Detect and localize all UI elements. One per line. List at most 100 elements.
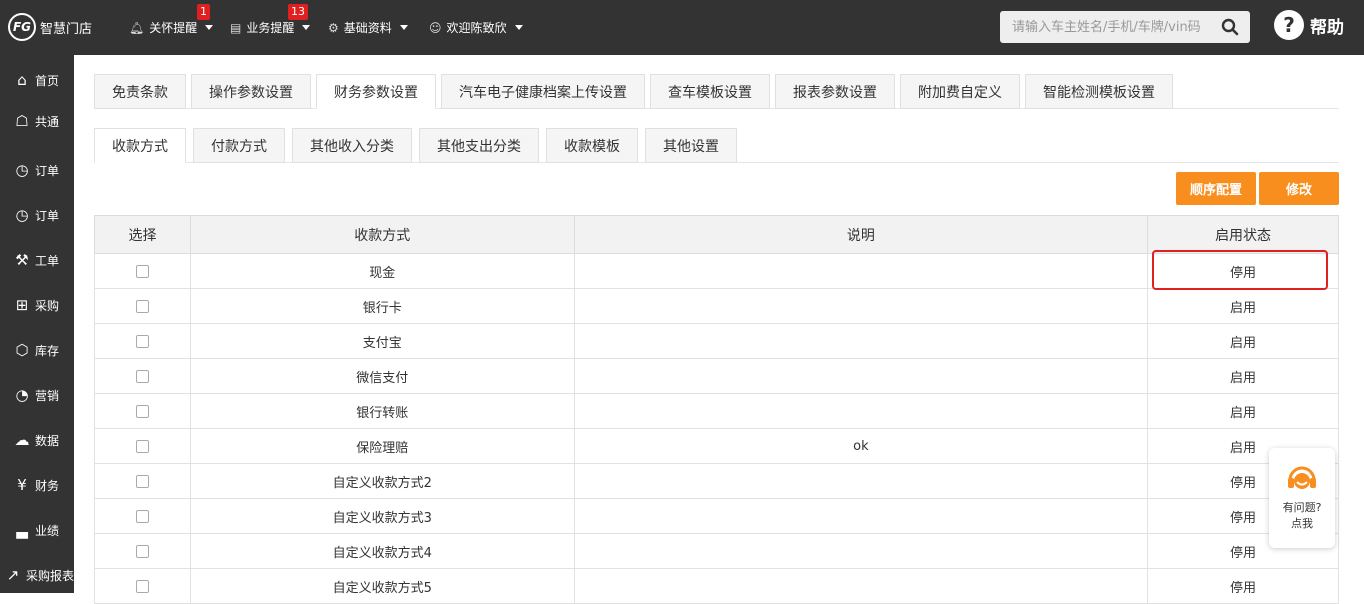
tab-receipt-methods[interactable]: 收款方式 (94, 128, 186, 163)
table-row: 自定义收款方式4 停用 (94, 533, 1339, 569)
secondary-tabs: 收款方式 付款方式 其他收入分类 其他支出分类 收款模板 其他设置 (94, 128, 737, 163)
bell-icon: 🔔︎ (129, 20, 145, 35)
row-checkbox[interactable] (135, 369, 149, 383)
sidebar-item-workorder[interactable]: ⚒ 工单 (0, 248, 74, 272)
tab-other-settings[interactable]: 其他设置 (645, 128, 737, 163)
table-row: 自定义收款方式3 停用 (94, 498, 1339, 534)
sidebar-item-marketing[interactable]: ◔ 营销 (0, 383, 74, 407)
caret-down-icon (302, 25, 311, 30)
row-checkbox[interactable] (135, 264, 149, 278)
table-row: 保险理赔 ok 启用 (94, 428, 1339, 464)
help-label: 帮助 (1310, 17, 1344, 38)
tab-other-expense[interactable]: 其他支出分类 (419, 128, 539, 163)
status-cell[interactable]: 启用 (1147, 288, 1339, 324)
tab-inspection-template[interactable]: 查车模板设置 (650, 74, 770, 109)
pie-icon: ◔ (15, 386, 29, 404)
row-checkbox[interactable] (135, 509, 149, 523)
sidebar-item-order-2[interactable]: ◷ 订单 (0, 203, 74, 227)
top-bar: FG 智慧门店 🔔︎ 关怀提醒 1 ▤ 业务提醒 13 ⚙ 基础资料 ☺ 欢迎陈… (0, 0, 1364, 55)
cart-icon: ⊞ (15, 296, 29, 314)
brand-name: 智慧门店 (40, 21, 93, 37)
note-cell (573, 498, 1149, 534)
sidebar-item-label: 订单 (35, 163, 60, 178)
row-checkbox[interactable] (135, 474, 149, 488)
row-checkbox[interactable] (135, 404, 149, 418)
row-checkbox[interactable] (135, 544, 149, 558)
sidebar-item-performance[interactable]: ▃ 业绩 (0, 518, 74, 542)
logo-mark: FG (8, 13, 36, 41)
method-cell: 银行卡 (189, 288, 575, 324)
menu-basic-data[interactable]: ⚙ 基础资料 (328, 0, 408, 55)
table-row: 自定义收款方式5 停用 (94, 568, 1339, 604)
customer-service-widget[interactable]: 有问题? 点我 (1269, 448, 1335, 548)
cloud-icon: ☁︎ (14, 431, 30, 449)
tab-smart-inspection-template[interactable]: 智能检测模板设置 (1025, 74, 1173, 109)
tab-health-record-upload[interactable]: 汽车电子健康档案上传设置 (441, 74, 645, 109)
note-cell (573, 288, 1149, 324)
sidebar-item-common[interactable]: ☖ 共通 (0, 109, 74, 133)
sidebar-item-order[interactable]: ◷ 订单 (0, 158, 74, 182)
tab-finance-params[interactable]: 财务参数设置 (316, 74, 436, 109)
select-cell (94, 323, 191, 359)
search-box (1000, 11, 1250, 43)
order-config-button[interactable]: 顺序配置 (1176, 172, 1256, 205)
column-header-note: 说明 (573, 215, 1149, 254)
home-icon: ⌂ (17, 71, 27, 89)
select-cell (94, 358, 191, 394)
sidebar-item-finance[interactable]: ¥ 财务 (0, 473, 74, 497)
status-cell[interactable]: 停用 (1147, 568, 1339, 604)
tab-surcharge-custom[interactable]: 附加费自定义 (900, 74, 1020, 109)
sidebar-item-data[interactable]: ☁︎ 数据 (0, 428, 74, 452)
column-header-method: 收款方式 (189, 215, 575, 254)
question-icon: ? (1274, 10, 1304, 40)
note-cell (573, 568, 1149, 604)
row-checkbox[interactable] (135, 579, 149, 593)
menu-label: 业务提醒 (246, 21, 295, 35)
row-checkbox[interactable] (135, 439, 149, 453)
status-cell[interactable]: 启用 (1147, 358, 1339, 394)
method-cell: 保险理赔 (189, 428, 575, 464)
method-cell: 自定义收款方式3 (189, 498, 575, 534)
method-cell: 自定义收款方式2 (189, 463, 575, 499)
table-header-row: 选择 收款方式 说明 启用状态 (94, 215, 1339, 254)
history-icon: ◷ (15, 206, 29, 224)
sidebar-item-home[interactable]: ⌂ 首页 (0, 68, 74, 92)
menu-label: 欢迎陈致欣 (446, 21, 507, 35)
table-row: 银行转账 启用 (94, 393, 1339, 429)
row-checkbox[interactable] (135, 334, 149, 348)
tab-report-params[interactable]: 报表参数设置 (775, 74, 895, 109)
edit-button[interactable]: 修改 (1259, 172, 1339, 205)
help-button[interactable]: ? 帮助 (1274, 10, 1344, 40)
primary-tabs: 免责条款 操作参数设置 财务参数设置 汽车电子健康档案上传设置 查车模板设置 报… (94, 74, 1178, 109)
note-cell (573, 253, 1149, 289)
sidebar-item-purchase-report[interactable]: ↗ 采购报表 (0, 563, 74, 587)
sidebar-item-inventory[interactable]: ⬡ 库存 (0, 338, 74, 362)
note-cell: ok (573, 428, 1149, 464)
select-cell (94, 533, 191, 569)
menu-label: 基础资料 (343, 21, 392, 35)
note-cell (573, 463, 1149, 499)
tab-operation-params[interactable]: 操作参数设置 (191, 74, 311, 109)
caret-down-icon (399, 25, 408, 30)
tab-other-income[interactable]: 其他收入分类 (292, 128, 412, 163)
table-row: 微信支付 启用 (94, 358, 1339, 394)
search-icon[interactable] (1215, 12, 1245, 42)
caret-down-icon (514, 25, 523, 30)
note-cell (573, 358, 1149, 394)
select-cell (94, 568, 191, 604)
menu-user[interactable]: ☺ 欢迎陈致欣 (429, 0, 523, 55)
row-checkbox[interactable] (135, 299, 149, 313)
method-cell: 银行转账 (189, 393, 575, 429)
tab-payment-methods[interactable]: 付款方式 (193, 128, 285, 163)
help-line-1: 有问题? (1282, 501, 1322, 514)
search-input[interactable] (1000, 12, 1215, 42)
tab-receipt-template[interactable]: 收款模板 (546, 128, 638, 163)
status-cell[interactable]: 启用 (1147, 323, 1339, 359)
sidebar-item-purchase[interactable]: ⊞ 采购 (0, 293, 74, 317)
user-icon: ☺ (429, 20, 442, 35)
status-cell[interactable]: 启用 (1147, 393, 1339, 429)
logo[interactable]: FG 智慧门店 (8, 12, 92, 42)
note-cell (573, 323, 1149, 359)
sidebar-item-label: 数据 (35, 433, 60, 448)
tab-disclaimer[interactable]: 免责条款 (94, 74, 186, 109)
